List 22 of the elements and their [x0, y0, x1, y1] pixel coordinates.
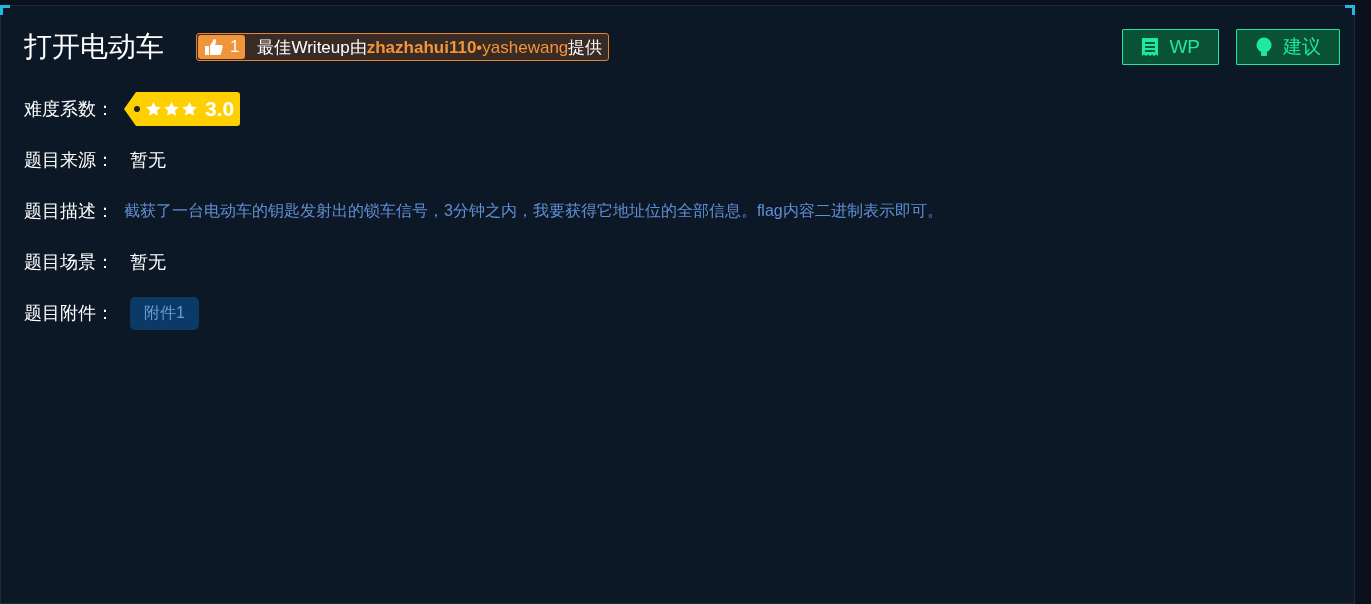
writeup-credit: 最佳Writeup由zhazhahui110•yashewang提供 — [257, 36, 603, 59]
lightbulb-icon — [1255, 37, 1273, 57]
field-value: 暂无 — [130, 251, 166, 274]
field-label: 题目描述： — [24, 200, 115, 223]
challenge-title: 打开电动车 — [24, 30, 164, 64]
wp-button[interactable]: WP — [1122, 29, 1219, 65]
star-icon — [146, 102, 161, 116]
star-icon — [182, 102, 197, 116]
field-value: 暂无 — [130, 149, 166, 172]
thumbs-up-icon — [204, 38, 224, 56]
attachment-button[interactable]: 附件1 — [130, 296, 199, 330]
field-label: 题目场景： — [24, 251, 115, 274]
suggest-button[interactable]: 建议 — [1236, 29, 1340, 65]
star-icon — [164, 102, 179, 116]
difficulty-score: 3.0 — [205, 97, 235, 121]
field-label: 题目来源： — [24, 149, 115, 172]
field-label: 难度系数： — [24, 98, 115, 121]
corner-accent — [0, 5, 10, 15]
document-icon — [1141, 37, 1160, 57]
corner-accent — [1345, 5, 1355, 15]
challenge-description: 截获了一台电动车的钥匙发射出的锁车信号，3分钟之内，我要获得它地址位的全部信息。flag内容二进制表示即可。 — [124, 200, 943, 221]
field-label: 题目附件： — [24, 302, 115, 325]
